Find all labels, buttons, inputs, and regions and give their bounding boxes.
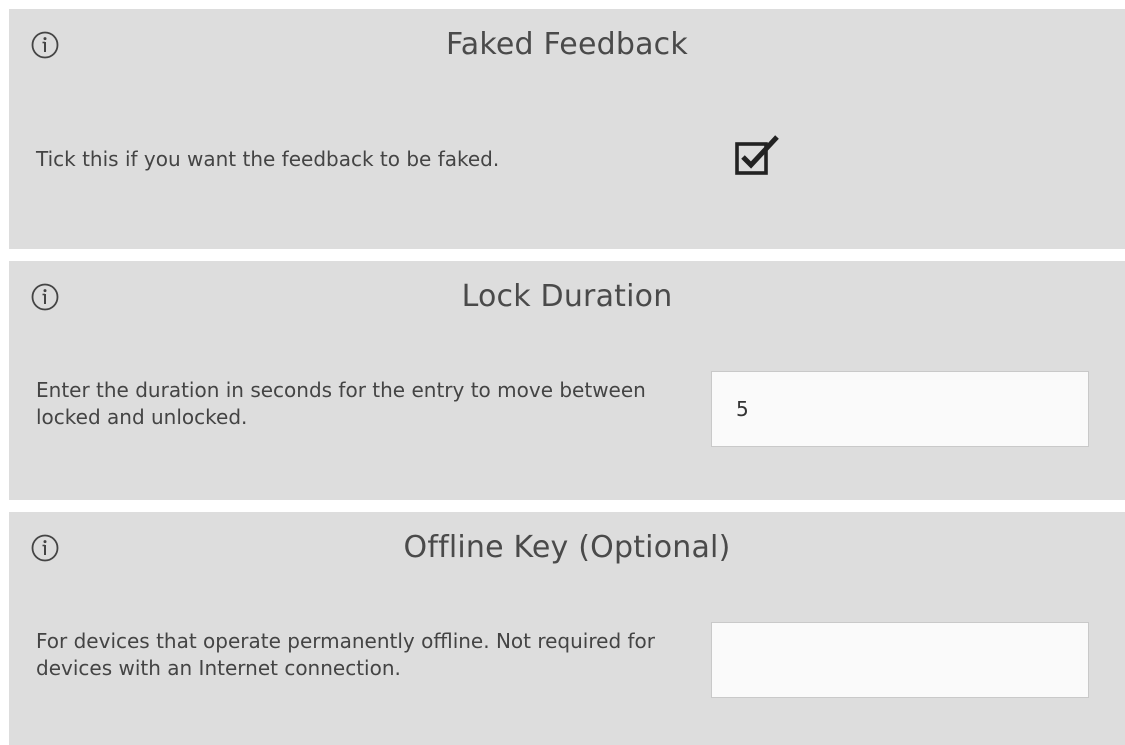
checkbox-checked-icon: [735, 135, 779, 175]
panel-title: Offline Key (Optional): [403, 530, 731, 565]
panel-title: Faked Feedback: [446, 27, 688, 62]
setting-panel-lock-duration: Lock Duration Enter the duration in seco…: [9, 261, 1125, 500]
setting-description: Enter the duration in seconds for the en…: [36, 378, 646, 429]
setting-panel-offline-key: Offline Key (Optional) For devices that …: [9, 512, 1125, 745]
panel-title: Lock Duration: [461, 279, 673, 314]
offline-key-input[interactable]: [711, 622, 1089, 698]
faked-feedback-checkbox[interactable]: [734, 134, 784, 179]
lock-duration-input[interactable]: [711, 371, 1089, 447]
setting-description: Tick this if you want the feedback to be…: [36, 147, 500, 171]
setting-panel-faked-feedback: Faked Feedback Tick this if you want the…: [9, 9, 1125, 249]
setting-description: For devices that operate permanently off…: [36, 629, 656, 680]
